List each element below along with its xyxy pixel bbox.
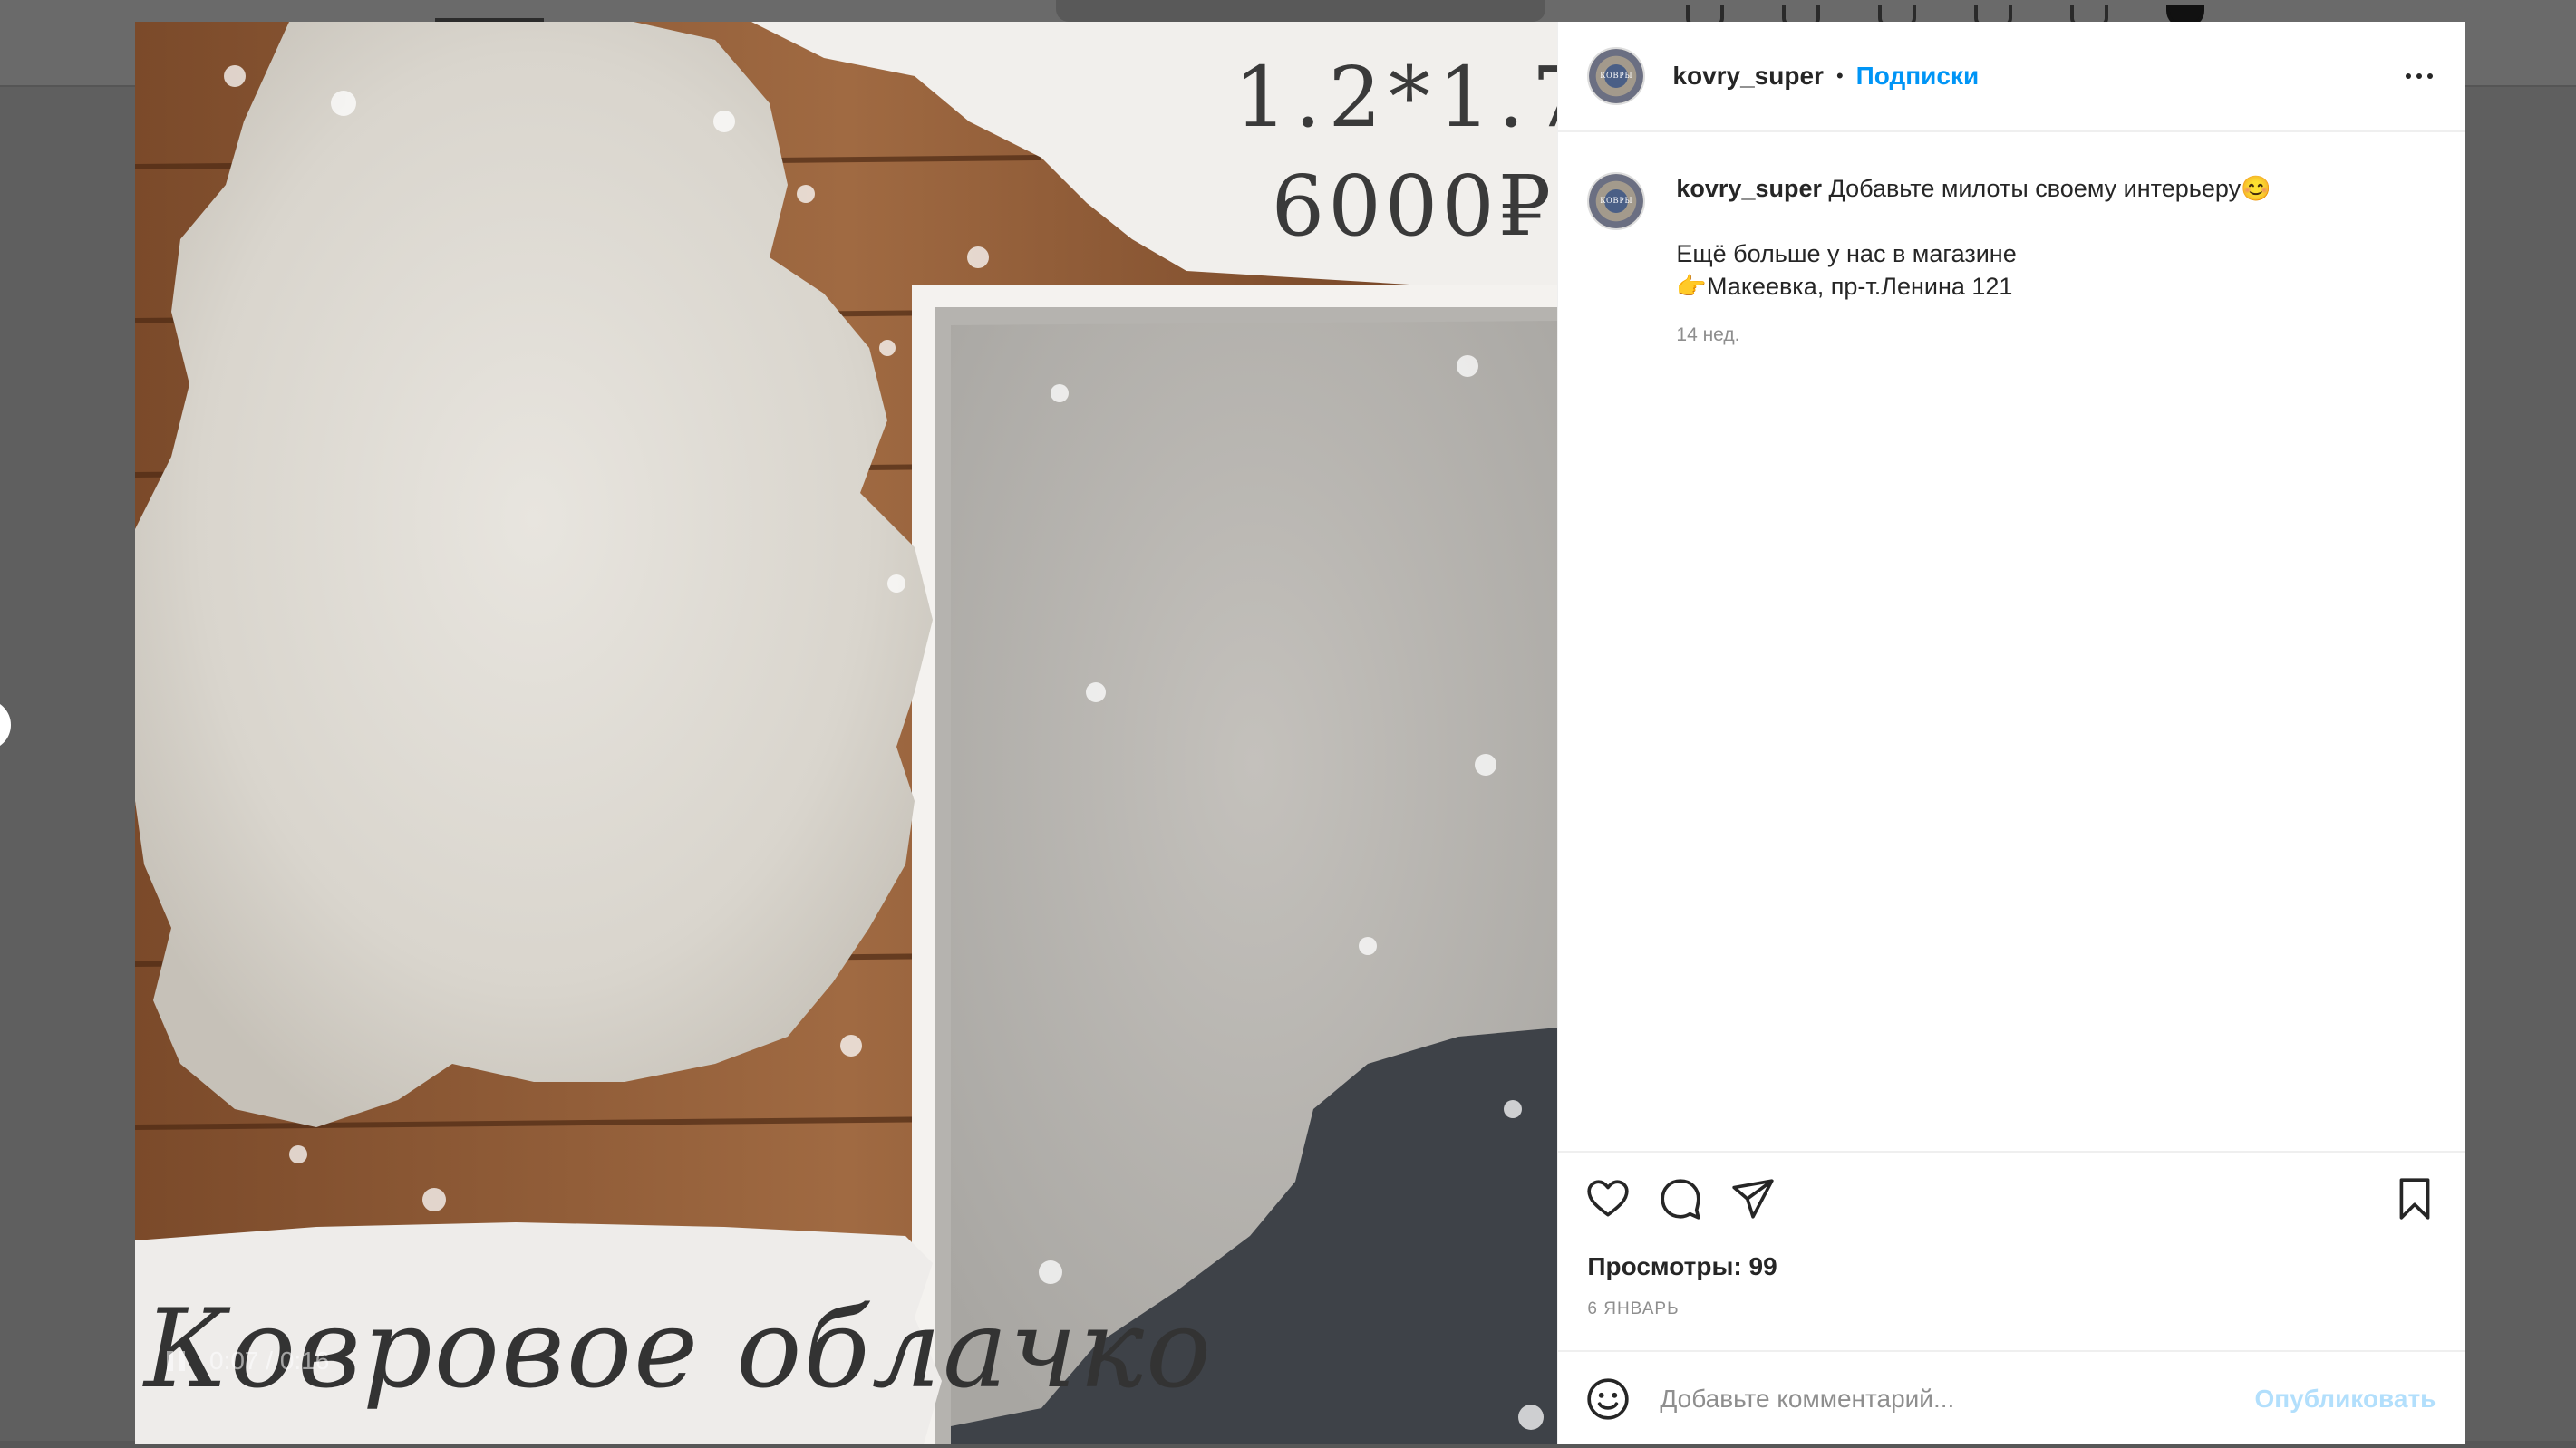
emoji-icon[interactable]	[1585, 1376, 1631, 1422]
media-size-text: 1.2*1.7	[1234, 49, 1558, 146]
pause-icon[interactable]	[162, 1347, 189, 1375]
more-options-icon[interactable]	[2399, 56, 2439, 96]
comment-input[interactable]	[1658, 1384, 2242, 1414]
comment-bar: Опубликовать	[1558, 1350, 2465, 1446]
media-price-text: 6000₽	[1271, 158, 1555, 255]
video-controls: 0:07 / 0:16	[162, 1347, 329, 1376]
background-search	[1056, 0, 1545, 22]
publish-button[interactable]: Опубликовать	[2254, 1385, 2436, 1414]
post-modal: 1.2*1.7 6000₽ Ковровое облачко 0:07 / 0:…	[135, 22, 2465, 1444]
caption-username[interactable]: kovry_super	[1676, 175, 1822, 202]
post-caption: kovry_super Добавьте милоты своему интер…	[1587, 172, 2436, 352]
bookmark-icon[interactable]	[2392, 1176, 2437, 1221]
share-icon[interactable]	[1730, 1176, 1776, 1221]
comment-icon[interactable]	[1658, 1176, 1703, 1221]
caption-avatar[interactable]	[1587, 172, 1646, 230]
post-info-panel: kovry_super • Подписки kovry_super Добав…	[1557, 22, 2465, 1444]
background-logo	[435, 4, 544, 23]
post-header: kovry_super • Подписки	[1558, 22, 2465, 132]
previous-post-button[interactable]	[0, 700, 11, 750]
heart-icon[interactable]	[1585, 1176, 1631, 1221]
avatar[interactable]	[1587, 47, 1646, 105]
caption-time: 14 нед.	[1676, 324, 1740, 345]
header-separator: •	[1835, 64, 1844, 87]
views-count[interactable]: Просмотры: 99	[1587, 1252, 1777, 1281]
post-date: 6 ЯНВАРЬ	[1587, 1299, 1680, 1318]
post-username[interactable]: kovry_super	[1672, 62, 1824, 91]
caption-block: kovry_super Добавьте милоты своему интер…	[1676, 172, 2271, 352]
follow-button[interactable]: Подписки	[1856, 62, 1980, 91]
post-actions	[1558, 1151, 2465, 1240]
post-video[interactable]: 1.2*1.7 6000₽ Ковровое облачко 0:07 / 0:…	[135, 22, 1558, 1444]
video-time: 0:07 / 0:16	[209, 1347, 330, 1375]
